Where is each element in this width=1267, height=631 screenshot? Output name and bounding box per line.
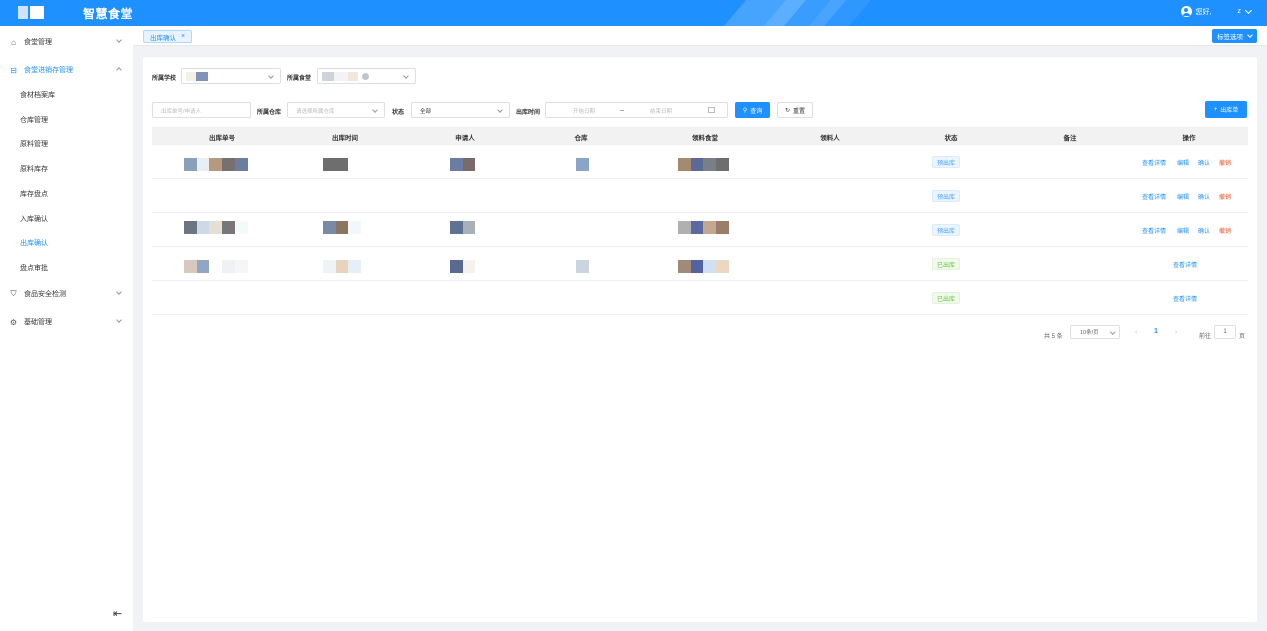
pager-total: 共 5 条 [1044,334,1063,340]
sidebar-item-stocktake[interactable]: 库存盘点 [0,182,133,206]
next-page-icon[interactable]: › [1175,329,1177,336]
jump-page-input[interactable]: 1 [1214,325,1236,339]
chevron-down-icon [1247,32,1253,38]
sidebar-group-canteen[interactable]: ⌂ 食堂管理 [0,28,133,56]
canteen-select[interactable] [317,68,416,84]
sidebar: ⌂ 食堂管理 ⊟ 食堂进销存管理 食材档案库 仓库管理 原料管理 原料库存 库存… [0,26,133,631]
chevron-down-icon [116,289,122,295]
app-title: 智慧食堂 [83,7,134,21]
status-select[interactable]: 全部 [411,102,510,118]
sidebar-group-basic[interactable]: ⚙ 基础管理 [0,308,133,336]
revoke-link[interactable]: 撤销 [1219,226,1231,235]
tabs-bar: 出库确认 × 标签选项 [133,26,1267,46]
query-button[interactable]: ⚲ 查询 [735,102,770,118]
sidebar-item-food-archive[interactable]: 食材档案库 [0,83,133,107]
status-badge: 已出库 [931,292,961,304]
prev-page-icon[interactable]: ‹ [1135,329,1137,336]
school-label: 所属学校 [152,76,177,82]
status-label: 状态 [392,110,405,116]
user-name: z [1237,8,1242,15]
warehouse-select[interactable]: 请选择所属仓库 [287,102,385,118]
page-number-current[interactable]: 1 [1154,328,1158,335]
refresh-icon: ↻ [784,107,790,114]
edit-link[interactable]: 编辑 [1177,192,1189,201]
plus-icon: + [1213,106,1218,113]
revoke-link[interactable]: 撤销 [1219,158,1231,167]
status-badge: 已出库 [931,258,961,270]
user-greeting: 您好, [1195,8,1212,16]
home-icon: ⌂ [11,37,16,47]
date-range-picker[interactable]: 开始日期 _ 结束日期 [545,102,728,118]
status-badge: 预出库 [931,156,961,168]
table-row: 预出库 查看详情 编辑 确认 撤销 [152,213,1248,247]
view-detail-link[interactable]: 查看详情 [1142,158,1166,167]
tab-options-button[interactable]: 标签选项 [1212,29,1257,43]
confirm-link[interactable]: 确认 [1198,158,1210,167]
tab-outbound-confirm[interactable]: 出库确认 × [143,30,193,43]
table-row: 已出库 查看详情 [152,281,1248,315]
sidebar-item-material[interactable]: 原料管理 [0,132,133,156]
table-header: 出库单号 出库时间 申请人 仓库 领料食堂 领料人 状态 备注 操作 [152,127,1248,145]
chevron-down-icon [116,37,122,43]
view-detail-link[interactable]: 查看详情 [1142,226,1166,235]
calendar-icon [708,107,715,113]
add-outbound-button[interactable]: + 出库单 [1205,101,1247,118]
edit-link[interactable]: 编辑 [1177,226,1189,235]
sidebar-item-inbound-confirm[interactable]: 入库确认 [0,207,133,231]
sidebar-item-stocktake-approval[interactable]: 盘点审批 [0,256,133,280]
confirm-link[interactable]: 确认 [1198,192,1210,201]
view-detail-link[interactable]: 查看详情 [1173,260,1197,269]
chevron-down-icon [1109,329,1115,335]
sidebar-group-inventory[interactable]: ⊟ 食堂进销存管理 [0,56,133,84]
edit-link[interactable]: 编辑 [1177,158,1189,167]
chevron-up-icon [116,67,122,73]
inventory-icon: ⊟ [10,65,17,75]
sidebar-group-food-safety[interactable]: ⛉ 食品安全检测 [0,280,133,308]
search-input[interactable]: 出库单号/申请人 [152,102,251,118]
shield-icon: ⛉ [10,289,17,298]
chevron-down-icon [268,73,274,79]
sidebar-item-stock[interactable]: 原料库存 [0,157,133,181]
status-badge: 预出库 [931,224,961,236]
logo [18,6,44,19]
view-detail-link[interactable]: 查看详情 [1173,294,1197,303]
chevron-down-icon [403,73,409,79]
table-row: 已出库 查看详情 [152,247,1248,281]
confirm-link[interactable]: 确认 [1198,226,1210,235]
warehouse-label: 所属仓库 [257,110,282,116]
table-row: 预出库 查看详情 编辑 确认 撤销 [152,145,1248,179]
chevron-down-icon [1244,6,1253,14]
chevron-down-icon [372,107,378,113]
collapse-menu-icon[interactable]: ⇤ [113,607,122,620]
reset-button[interactable]: ↻ 重置 [777,102,813,118]
gear-icon: ⚙ [9,317,18,327]
sidebar-item-outbound-confirm[interactable]: 出库确认 [0,231,133,255]
revoke-link[interactable]: 撤销 [1219,192,1231,201]
content-card: 所属学校 所属食堂 出库单号/申请人 所属仓库 请选择所属仓库 状态 全部 出库… [143,57,1257,622]
sidebar-item-warehouse[interactable]: 仓库管理 [0,108,133,132]
top-header: 智慧食堂 您好, z [0,0,1267,26]
jump-label: 前往 [1199,334,1212,340]
time-label: 出库时间 [516,110,541,116]
page-suffix: 页 [1239,334,1246,340]
user-avatar-icon [1180,6,1192,17]
table-row: 预出库 查看详情 编辑 确认 撤销 [152,179,1248,213]
status-badge: 预出库 [931,190,961,202]
search-icon: ⚲ [742,107,748,114]
close-icon[interactable]: × [181,33,185,40]
view-detail-link[interactable]: 查看详情 [1142,192,1166,201]
chevron-down-icon [497,107,503,113]
page-size-select[interactable]: 10条/页 [1070,325,1120,339]
user-menu[interactable]: 您好, z [1180,6,1253,17]
canteen-label: 所属食堂 [287,76,312,82]
chevron-down-icon [116,317,122,323]
school-select[interactable] [181,68,281,84]
